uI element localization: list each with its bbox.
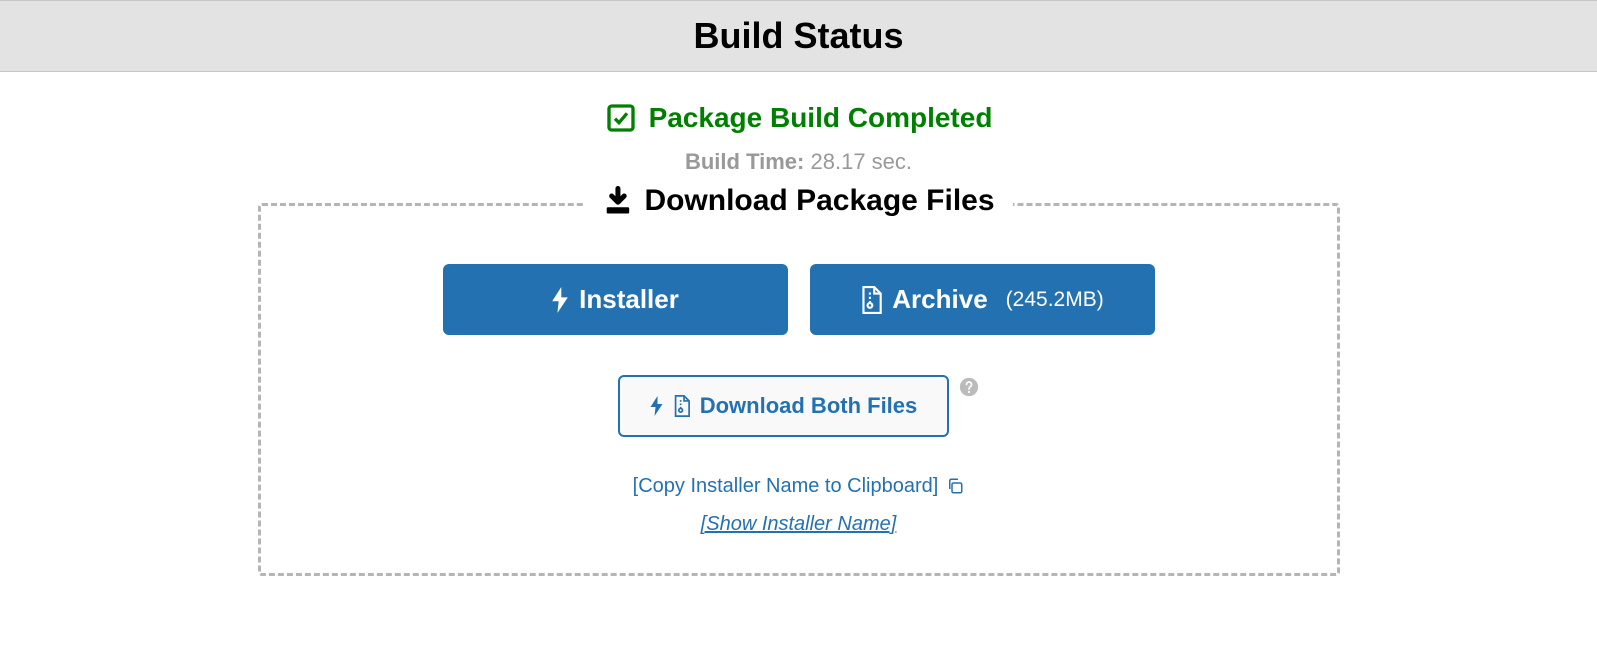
download-icon	[602, 186, 632, 216]
installer-button[interactable]: Installer	[443, 264, 788, 335]
download-section: Download Package Files Installer Archive…	[258, 203, 1340, 576]
bolt-icon	[650, 396, 663, 416]
help-icon[interactable]	[959, 377, 979, 397]
show-installer-link[interactable]: [Show Installer Name]	[701, 513, 897, 535]
installer-label: Installer	[579, 284, 679, 315]
build-time-value: 28.17 sec.	[811, 149, 913, 174]
download-both-row: Download Both Files	[281, 375, 1317, 437]
bolt-icon	[551, 287, 569, 313]
download-buttons: Installer Archive (245.2MB)	[281, 264, 1317, 335]
archive-size: (245.2MB)	[1006, 288, 1104, 312]
check-square-icon	[605, 102, 637, 134]
links-area: [Copy Installer Name to Clipboard] [Show…	[281, 467, 1317, 543]
status-message: Package Build Completed	[649, 102, 993, 134]
copy-icon	[946, 477, 964, 495]
file-archive-icon	[673, 395, 690, 417]
page-header: Build Status	[0, 0, 1597, 72]
file-archive-icon	[860, 286, 882, 314]
archive-button[interactable]: Archive (245.2MB)	[810, 264, 1155, 335]
page-title: Build Status	[0, 15, 1597, 57]
download-both-label: Download Both Files	[700, 393, 918, 419]
download-title: Download Package Files	[644, 184, 994, 218]
status-line: Package Build Completed	[605, 102, 993, 134]
download-legend: Download Package Files	[584, 184, 1012, 218]
download-both-button[interactable]: Download Both Files	[618, 375, 950, 437]
build-time-label: Build Time:	[685, 149, 804, 174]
copy-link-text: [Copy Installer Name to Clipboard]	[633, 467, 939, 505]
copy-installer-link[interactable]: [Copy Installer Name to Clipboard]	[633, 467, 965, 505]
archive-label: Archive	[892, 284, 987, 315]
build-time: Build Time: 28.17 sec.	[0, 149, 1597, 175]
